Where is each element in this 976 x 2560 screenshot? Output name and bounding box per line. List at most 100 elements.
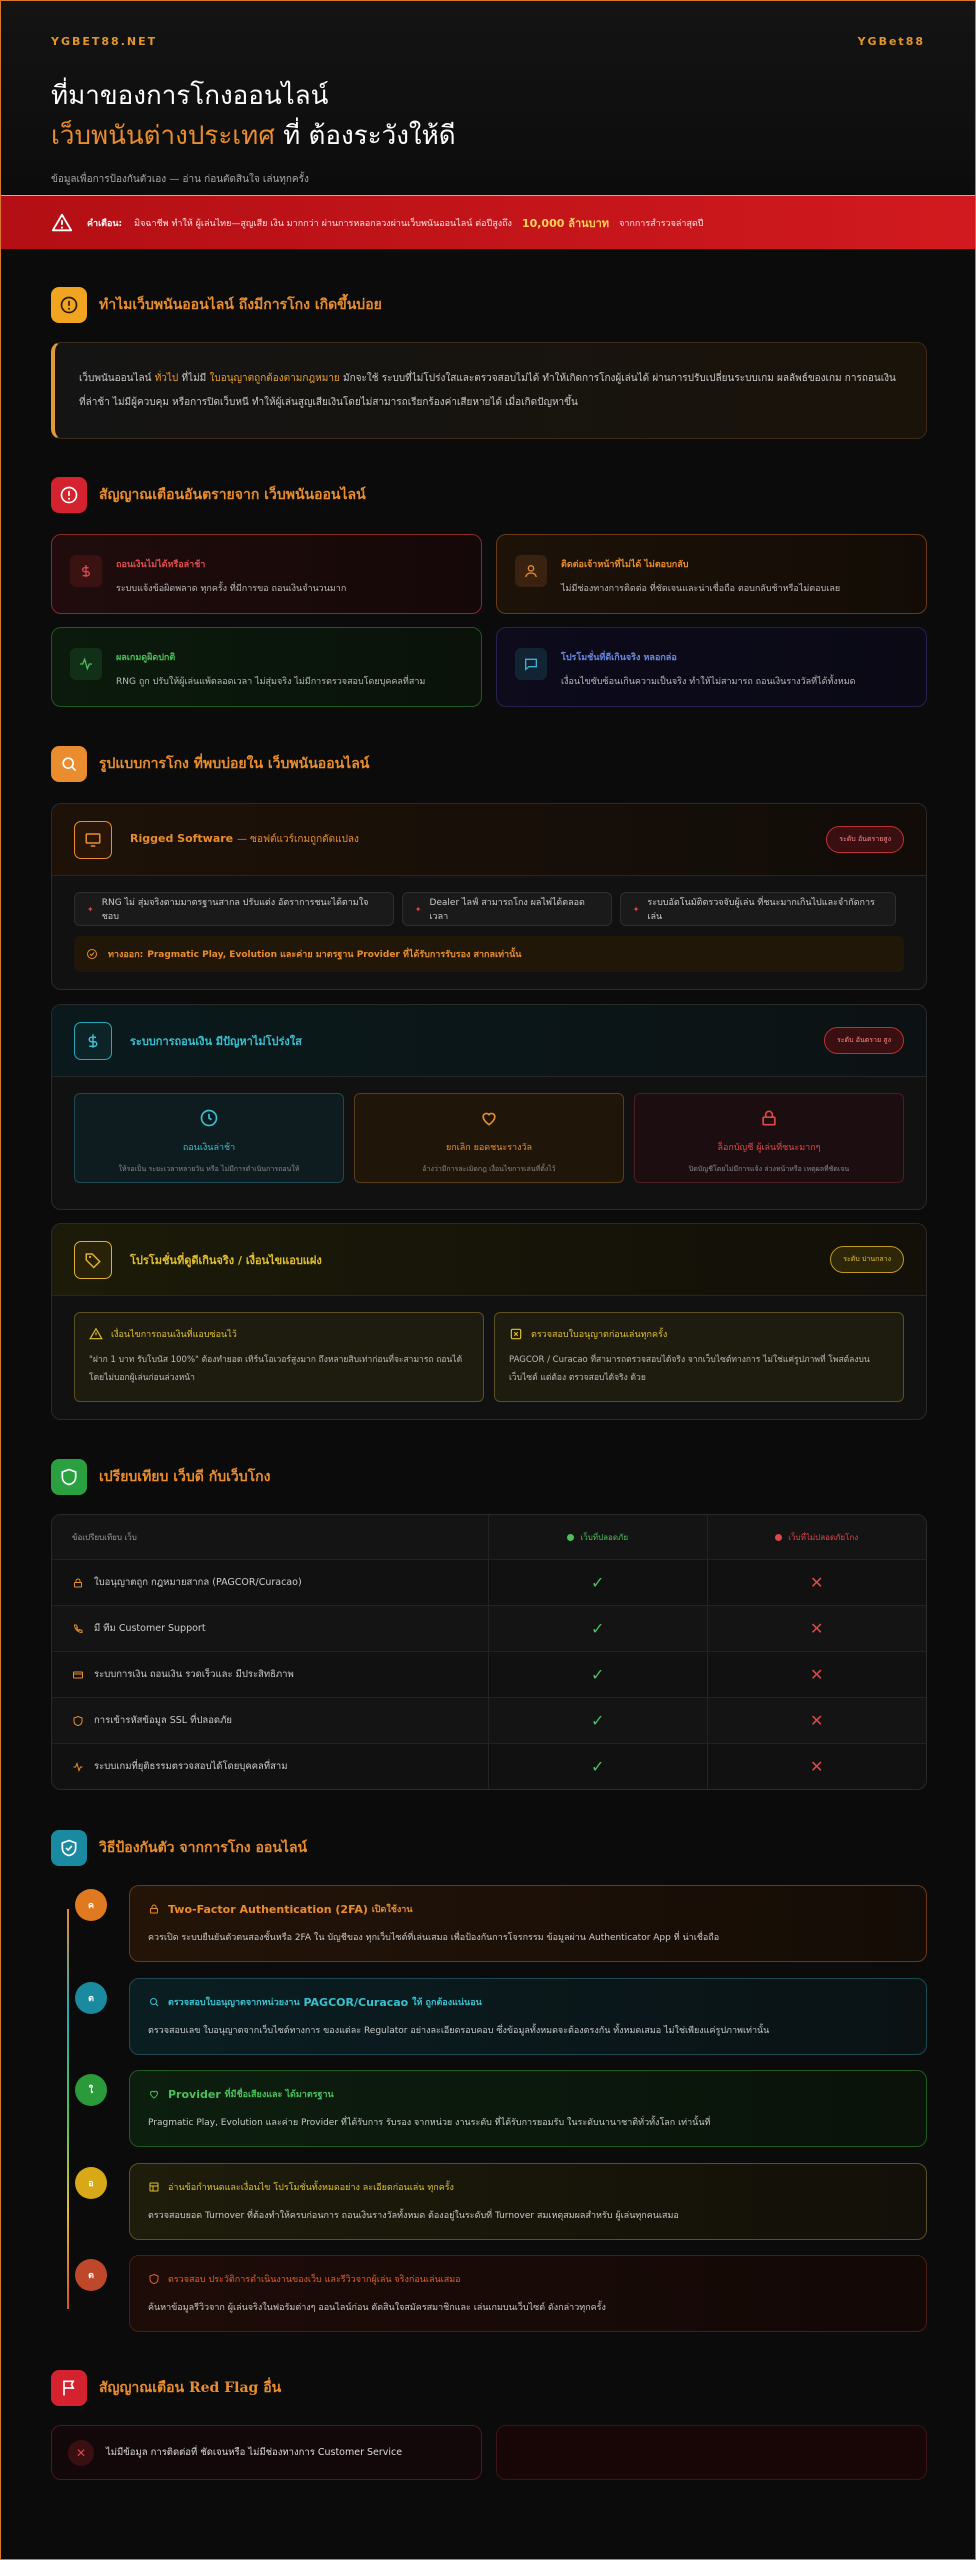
warn-card-withdraw[interactable]: ถอนเงินไม่ได้หรือล่าช้า ระบบแจ้งข้อผิดพลา… xyxy=(51,534,482,614)
x-square-icon xyxy=(510,1328,522,1340)
compare-header-safe: เว็บที่ปลอดภัย xyxy=(489,1515,708,1559)
alert-text: มิจฉาชีพ ทำให้ ผู้เล่นไทย—สูญเสีย เงิน ม… xyxy=(134,218,512,229)
dollar-icon xyxy=(70,555,102,587)
heart-icon xyxy=(482,1112,496,1126)
check-icon: ✓ xyxy=(591,1619,605,1638)
x-icon: ✕ xyxy=(810,1619,824,1638)
clock-icon xyxy=(200,1109,218,1127)
section-6-title: สัญญาณเตือน xyxy=(99,2380,185,2396)
timeline-dot: ต xyxy=(75,1982,107,2014)
monitor-icon xyxy=(74,820,112,859)
warn-card-title: โปรโมชั่นที่ดีเกินจริง หลอกล่อ xyxy=(561,653,677,663)
warn-card-desc: ระบบแจ้งข้อผิดพลาด ทุกครั้ง ที่มีการขอ ถ… xyxy=(116,584,347,594)
table-row: ระบบเกมที่ยุติธรรมตรวจสอบได้โดยบุคคลที่ส… xyxy=(52,1743,926,1789)
promo-box: ตรวจสอบใบอนุญาตก่อนเล่นทุกครั้ง PAGCOR /… xyxy=(494,1312,904,1402)
warn-card-desc: RNG ถูก ปรับให้ผู้เล่นแพ้ตลอดเวลา ไม่สุ่… xyxy=(116,677,426,687)
lock-icon xyxy=(150,1904,158,1914)
intro-box: เว็บพนันออนไลน์ ทั่วไป ที่ไม่มี ใบอนุญาต… xyxy=(51,342,927,439)
panel-title: ระบบการถอนเงิน มีปัญหาไม่โปร่งใส xyxy=(130,1034,302,1048)
alert-amount: 10,000 ล้านบาท xyxy=(521,216,610,230)
step-provider[interactable]: Provider ที่มีชื่อเสียงและ ได้มาตรฐาน Pr… xyxy=(129,2070,927,2147)
withdraw-box: ล็อกบัญชี ผู้เล่นที่ชนะมากๆ ปิดบัญชีโดยไ… xyxy=(634,1093,904,1183)
intro-highlight-2: ใบอนุญาตถูกต้องตามกฎหมาย xyxy=(209,373,340,384)
warning-icon xyxy=(89,1327,103,1340)
shield-icon xyxy=(51,1459,87,1495)
check-circle-icon xyxy=(87,949,97,959)
warning-banner: คำเตือน: มิจฉาชีพ ทำให้ ผู้เล่นไทย—สูญเส… xyxy=(1,195,975,249)
check-icon: ✓ xyxy=(591,1665,605,1684)
phone-icon xyxy=(73,1624,83,1633)
timeline-line xyxy=(67,1909,69,2309)
step-license[interactable]: ตรวจสอบใบอนุญาตจากหน่วยงาน PAGCOR/Curaca… xyxy=(129,1978,927,2055)
warn-card-desc: เงื่อนไขซับซ้อนเกินความเป็นจริง ทำให้ไม่… xyxy=(561,677,856,687)
table-row: ระบบการเงิน ถอนเงิน รวดเร็วและ มีประสิทธ… xyxy=(52,1651,926,1697)
step-desc: Pragmatic Play, Evolution และค่าย Provid… xyxy=(148,2118,711,2128)
withdraw-box: ยกเลิก ยอดชนะรางวัล อ้างว่ามีการละเมิดกฎ… xyxy=(354,1093,624,1183)
fraud-panel-rigged: Rigged Software — ซอฟต์แวร์เกมถูกดัดแปลง… xyxy=(51,803,927,990)
panel-title: Rigged Software xyxy=(130,832,234,845)
step-terms[interactable]: อ่านข้อกำหนดและเงื่อนไข โปรโมชั่นทั้งหมด… xyxy=(129,2163,927,2240)
alert-tail: จากการสำรวจล่าสุดปี xyxy=(619,218,704,229)
shield-icon xyxy=(149,2273,159,2285)
fraud-chip: ✦ ระบบอัตโนมัติตรวจจับผู้เล่น ที่ชนะมากเก… xyxy=(619,892,896,926)
title-line-1: ที่มาของการโกงออนไลน์ xyxy=(51,81,329,111)
timeline-dot: ใ xyxy=(75,2074,107,2106)
check-icon: ✓ xyxy=(591,1711,605,1730)
alert-label: คำเตือน: xyxy=(87,218,123,229)
brand-left[interactable]: YGBET88.NET xyxy=(51,35,157,48)
step-desc: ควรเปิด ระบบยืนยันตัวตนสองชั้นหรือ 2FA ใ… xyxy=(148,1933,720,1943)
step-desc: ตรวจสอบเลข ใบอนุญาตจากเว็บไซต์ทางการ ของ… xyxy=(148,2026,770,2036)
warn-card-support[interactable]: ติดต่อเจ้าหน้าที่ไม่ได้ ไม่ตอบกลับไม่มีช… xyxy=(496,534,927,614)
warn-card-desc: ไม่มีช่องทางการติดต่อ ที่ชัดเจนและน่าเชื… xyxy=(561,584,841,594)
compare-header-unsafe: เว็บที่ไม่ปลอดภัยโกง xyxy=(708,1515,926,1559)
lock-icon xyxy=(74,1578,82,1587)
danger-badge: ระดับ อันตราย สูง xyxy=(824,1027,904,1054)
table-row: ใบอนุญาตถูก กฎหมายสากล (PAGCOR/Curacao) ✓… xyxy=(52,1559,926,1605)
section-3-header: รูปแบบการโกง ที่พบบ่อยใน เว็บพนันออนไลน์ xyxy=(51,746,369,782)
shield-icon xyxy=(73,1715,83,1726)
x-icon: ✕ xyxy=(810,1665,824,1684)
heart-icon xyxy=(149,2090,159,2099)
section-1-title: ทำไมเว็บพนันออนไลน์ ถึงมีการโกง เกิดขึ้น… xyxy=(99,297,382,313)
x-icon: ✕ xyxy=(810,1573,824,1592)
warn-card-title: ผลเกมดูผิดปกติ xyxy=(116,653,176,663)
redflag-card[interactable]: ✕ ไม่มีข้อมูล การติดต่อที่ ชัดเจนหรือ ไม… xyxy=(51,2425,482,2480)
withdraw-box: ถอนเงินล่าช้า ให้รอเป็น ระยะเวลาหลายวัน … xyxy=(74,1093,344,1183)
step-reviews[interactable]: ตรวจสอบ ประวัติการดำเนินงานของเว็บ และรี… xyxy=(129,2255,927,2332)
fraud-panel-withdraw: ระบบการถอนเงิน มีปัญหาไม่โปร่งใส ระดับ อ… xyxy=(51,1004,927,1210)
credit-card-icon xyxy=(73,1671,83,1678)
x-icon: ✕ xyxy=(810,1711,824,1730)
user-icon xyxy=(515,555,547,587)
section-2-title: สัญญาณเตือนอันตรายจาก เว็บพนันออนไลน์ xyxy=(99,487,366,503)
table-row: การเข้ารหัสข้อมูล SSL ที่ปลอดภัย ✓ ✕ xyxy=(52,1697,926,1743)
warn-card-results[interactable]: ผลเกมดูผิดปกติ RNG ถูก ปรับให้ผู้เล่นแพ้ต… xyxy=(51,627,482,707)
redflag-text: ไม่มีข้อมูล การติดต่อที่ ชัดเจนหรือ ไม่ม… xyxy=(106,2447,403,2458)
timeline-dot: ค xyxy=(75,1889,107,1921)
search-icon xyxy=(51,746,87,782)
lock-icon xyxy=(762,1110,776,1126)
check-icon: ✓ xyxy=(591,1757,605,1776)
brand-right[interactable]: YGBet88 xyxy=(858,35,925,48)
step-2fa[interactable]: Two-Factor Authentication (2FA) เปิดใช้ง… xyxy=(129,1885,927,1962)
step-desc: ค้นหาข้อมูลรีวิวจาก ผู้เล่นจริงในฟอรัมต่… xyxy=(148,2303,606,2313)
hero-subtitle: ข้อมูลเพื่อการป้องกันตัวเอง — อ่าน ก่อนต… xyxy=(51,174,309,185)
warning-icon xyxy=(51,213,73,231)
danger-badge: ระดับ อันตรายสูง xyxy=(826,826,904,853)
fraud-panel-promo: โปรโมชั่นที่ดูดีเกินจริง / เงื่อนไขแอบแฝ… xyxy=(51,1223,927,1420)
x-circle-icon: ✕ xyxy=(68,2439,94,2466)
message-icon xyxy=(515,648,547,680)
panel-title-rest: — ซอฟต์แวร์เกมถูกดัดแปลง xyxy=(237,834,359,845)
section-1-header: ทำไมเว็บพนันออนไลน์ ถึงมีการโกง เกิดขึ้น… xyxy=(51,287,382,323)
table-row: มี ทีม Customer Support ✓ ✕ xyxy=(52,1605,926,1651)
fraud-chip: ✦ Dealer ไลฟ์ สามารถโกง ผลไพ่ได้ตลอดเวลา xyxy=(401,892,612,926)
intro-highlight-1: ทั่วไป xyxy=(154,373,179,384)
warn-card-promo[interactable]: โปรโมชั่นที่ดีเกินจริง หลอกล่อเงื่อนไขซั… xyxy=(496,627,927,707)
redflag-card-empty xyxy=(496,2425,927,2480)
step-desc: ตรวจสอบยอด Turnover ที่ต้องทำให้ครบก่อนก… xyxy=(148,2211,679,2221)
x-icon: ✕ xyxy=(810,1757,824,1776)
alert-circle-icon xyxy=(51,477,87,513)
section-6-highlight: Red Flag xyxy=(188,2380,259,2396)
warn-card-title: ติดต่อเจ้าหน้าที่ไม่ได้ ไม่ตอบกลับ xyxy=(561,560,689,570)
comparison-table: ข้อเปรียบเทียบ เว็บ เว็บที่ปลอดภัย เว็บท… xyxy=(51,1514,927,1790)
hero: YGBET88.NET YGBet88 ที่มาของการโกงออนไลน… xyxy=(1,1,975,195)
